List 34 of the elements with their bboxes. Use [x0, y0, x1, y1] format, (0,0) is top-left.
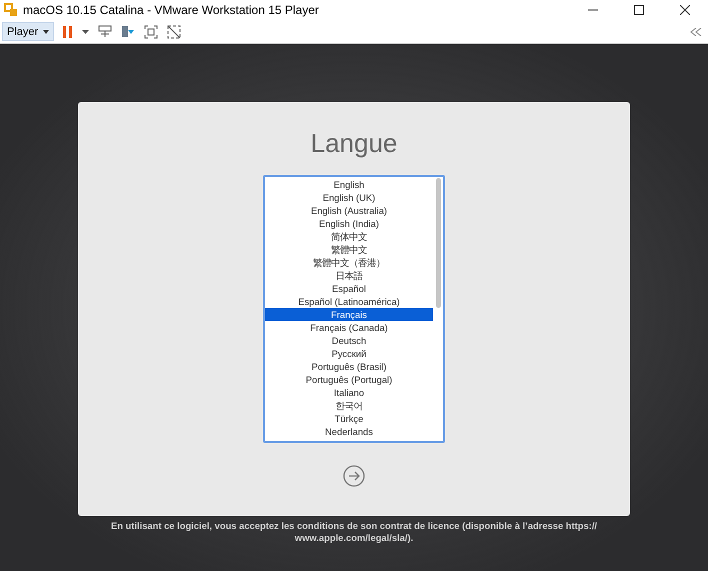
language-item[interactable]: Nederlands — [265, 425, 433, 438]
player-menu-button[interactable]: Player — [2, 22, 54, 41]
panel-title: Langue — [310, 128, 398, 159]
caret-icon — [43, 30, 50, 34]
language-item[interactable]: Português (Brasil) — [265, 360, 433, 373]
language-item[interactable]: Italiano — [265, 386, 433, 399]
language-item[interactable]: Français — [265, 308, 433, 321]
language-item[interactable]: English (Australia) — [265, 204, 433, 217]
language-item[interactable]: Français (Canada) — [265, 321, 433, 334]
window-title: macOS 10.15 Catalina - VMware Workstation 15 Player — [23, 3, 319, 17]
language-item[interactable]: Español (Latinoamérica) — [265, 295, 433, 308]
close-icon[interactable] — [680, 5, 690, 15]
language-item[interactable]: Español — [265, 282, 433, 295]
language-item[interactable]: Deutsch — [265, 334, 433, 347]
dropdown-caret-icon[interactable] — [82, 30, 90, 34]
language-item[interactable]: Türkçe — [265, 412, 433, 425]
language-item[interactable]: Русский — [265, 347, 433, 360]
pause-icon[interactable] — [63, 26, 74, 38]
collapse-icon[interactable] — [690, 28, 702, 36]
scrollbar-thumb[interactable] — [436, 178, 440, 308]
license-notice: En utilisant ce logiciel, vous acceptez les conditions de son contrat de licence (disponible à l’adresse https:// www.apple.com/legal/sla/). — [110, 520, 598, 544]
language-item[interactable]: English (UK) — [265, 191, 433, 204]
fullscreen-icon[interactable] — [144, 24, 158, 38]
language-item[interactable]: 繁體中文（香港） — [265, 256, 433, 269]
language-item[interactable]: 한국어 — [265, 399, 433, 412]
language-list[interactable] — [263, 175, 445, 443]
language-item[interactable]: English (India) — [265, 217, 433, 230]
maximize-icon[interactable] — [634, 5, 644, 15]
language-item[interactable]: 简体中文 — [265, 230, 433, 243]
language-item[interactable]: English — [265, 178, 433, 191]
vmware-logo-icon — [4, 3, 18, 17]
language-item[interactable]: Português (Portugal) — [265, 373, 433, 386]
language-item[interactable]: 繁體中文 — [265, 243, 433, 256]
language-item[interactable]: 日本語 — [265, 269, 433, 282]
